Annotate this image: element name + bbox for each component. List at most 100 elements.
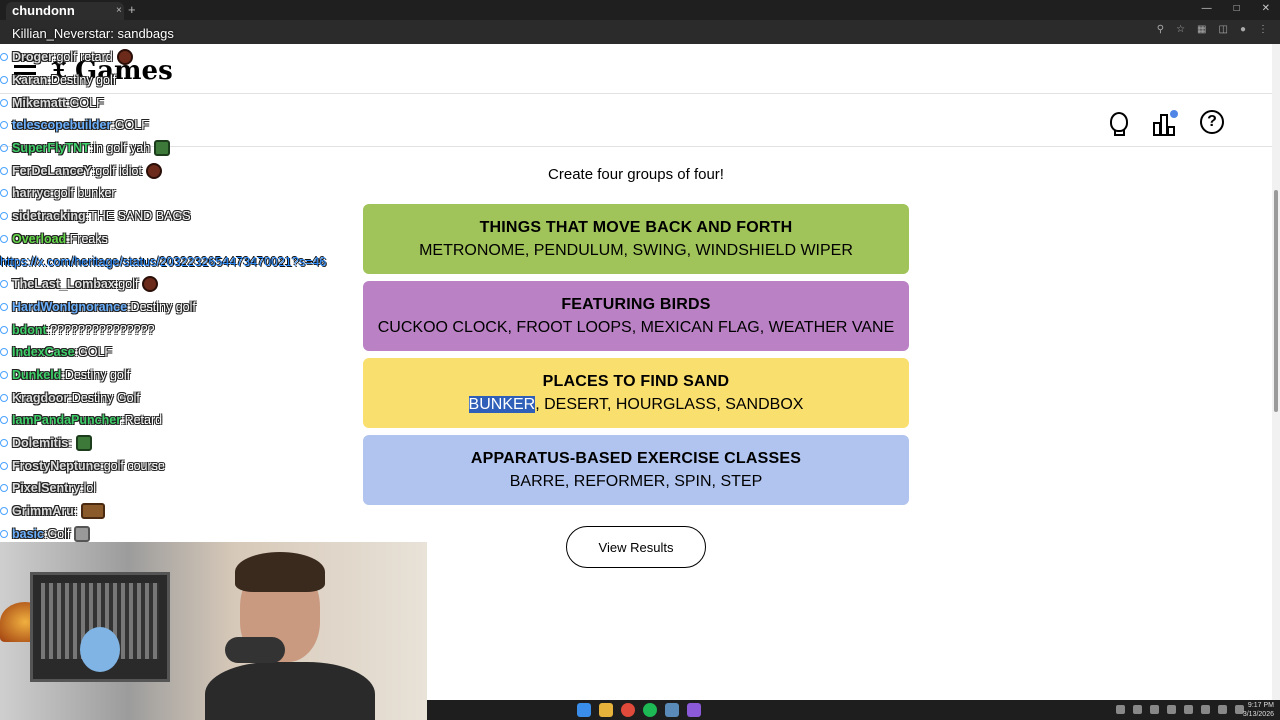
tray-icon[interactable] [1150,705,1159,714]
chat-badge-icon [0,370,8,379]
chat-text: Retard [124,413,163,428]
chat-message: PixelSentry: lol [0,477,430,500]
chat-text: golf retard [56,50,113,65]
tray-icon[interactable] [1116,705,1125,714]
chat-username[interactable]: Dunkeld [12,368,61,382]
close-window-icon[interactable]: ✕ [1262,3,1270,14]
view-results-button[interactable]: View Results [566,526,706,568]
tray-icon[interactable] [1218,705,1227,714]
group-title: FEATURING BIRDS [561,296,711,313]
solved-group-yellow-green: THINGS THAT MOVE BACK AND FORTH METRONOM… [363,204,909,274]
chat-username[interactable]: bdont [12,323,47,337]
address-bar[interactable]: ⚲ ☆ ▦ ◫ ● ⋮ [0,20,1280,44]
chat-username[interactable]: PixelSentry [12,481,80,495]
chat-text: GOLF [69,95,104,110]
emote-icon [116,49,133,66]
chat-badge-icon [0,280,8,289]
chat-username[interactable]: FerDeLanceY [12,164,92,178]
chat-text: Destiny golf [50,73,117,88]
group-title: THINGS THAT MOVE BACK AND FORTH [479,219,793,236]
chat-message: GrimmAru: [0,500,430,523]
chat-message: FerDeLanceY: golf idiot [0,159,430,182]
tray-icon[interactable] [1167,705,1176,714]
group-title: PLACES TO FIND SAND [542,373,730,390]
tray-icon[interactable] [1201,705,1210,714]
stats-icon[interactable] [1152,110,1178,138]
chat-username[interactable]: IndexCase [12,345,75,359]
chat-badge-icon [0,393,8,402]
chat-username[interactable]: harryc [12,186,50,200]
emote-icon [75,435,92,452]
selected-word[interactable]: BUNKER [468,396,536,413]
tray-icon[interactable] [1133,705,1142,714]
zoom-icon[interactable]: ⚲ [1157,24,1164,35]
chat-username[interactable]: Mikematt [12,96,66,110]
chat-text: GOLF [78,345,113,360]
group-words: METRONOME, PENDULUM, SWING, WINDSHIELD W… [419,242,853,259]
help-icon[interactable]: ? [1200,110,1224,134]
chat-badge-icon [0,325,8,334]
chat-badge-icon [0,189,8,198]
chat-link[interactable]: https://x.com/heritage/status/2032232654… [0,255,326,269]
chat-username[interactable]: telescopebuilder [12,118,111,132]
streamer [205,552,375,720]
chat-username[interactable]: Dolemitis [12,436,68,450]
chat-message: IndexCase: GOLF [0,341,430,364]
group-words: BUNKER, DESERT, HOURGLASS, SANDBOX [363,396,909,414]
chat-message: harryc: golf bunker [0,182,430,205]
group-words: CUCKOO CLOCK, FROOT LOOPS, MEXICAN FLAG,… [377,319,895,336]
chat-username[interactable]: basic [12,527,44,541]
extensions-icon[interactable]: ▦ [1197,24,1206,35]
chat-message: Kragdoor: Destiny Golf [0,386,430,409]
chat-text: Destiny golf [64,367,131,382]
bookmark-star-icon[interactable]: ☆ [1176,24,1185,35]
steam-icon[interactable] [665,703,679,717]
chat-username[interactable]: sidetracking [12,209,86,223]
chat-badge-icon [0,348,8,357]
chat-username[interactable]: HardWonIgnorance [12,300,127,314]
system-tray [1116,705,1244,714]
maximize-icon[interactable]: □ [1234,3,1240,14]
chat-badge-icon [0,76,8,85]
taskbar: 9:17 PM 3/13/2026 [427,700,1280,720]
group-title: APPARATUS-BASED EXERCISE CLASSES [470,450,802,467]
tray-icon[interactable] [1184,705,1193,714]
taskbar-apps [577,703,701,717]
minimize-icon[interactable]: — [1202,3,1212,14]
menu-icon[interactable]: ⋮ [1258,24,1268,35]
chat-username[interactable]: Kragdoor [12,391,68,405]
chat-text: Golf [47,526,71,541]
clock[interactable]: 9:17 PM 3/13/2026 [1243,701,1274,719]
lightbulb-icon[interactable] [1104,110,1130,138]
emote-icon [154,140,171,157]
close-tab-icon[interactable]: × [116,5,122,16]
group-words-rest: , DESERT, HOURGLASS, SANDBOX [535,396,804,413]
chat-text: golf course [103,458,165,473]
new-tab-button[interactable]: + [128,2,136,17]
page-scrollbar[interactable] [1272,44,1280,700]
chat-text: Destiny Golf [71,390,140,405]
profile-icon[interactable]: ● [1240,24,1246,35]
chat-separator: : [68,436,72,451]
webcam-feed [0,542,427,720]
solved-group-purple: FEATURING BIRDS CUCKOO CLOCK, FROOT LOOP… [363,281,909,351]
chat-username[interactable]: Karan [12,73,47,87]
app-icon[interactable] [687,703,701,717]
chat-message: https://x.com/heritage/status/2032232654… [0,250,430,273]
chat-message: SuperFlyTNT: in golf yah [0,137,430,160]
windows-start-icon[interactable] [577,703,591,717]
chat-username[interactable]: TheLast_Lombax [12,277,115,291]
scrollbar-thumb[interactable] [1274,190,1278,412]
chat-badge-icon [0,166,8,175]
chat-username[interactable]: GrimmAru [12,504,74,518]
chat-username[interactable]: Droger [12,50,53,64]
chrome-icon[interactable] [621,703,635,717]
chat-username[interactable]: Overload [12,232,66,246]
file-explorer-icon[interactable] [599,703,613,717]
spotify-icon[interactable] [643,703,657,717]
sidebar-icon[interactable]: ◫ [1219,24,1228,35]
chat-username[interactable]: SuperFlyTNT [12,141,90,155]
chat-username[interactable]: FrostyNeptune [12,459,100,473]
chat-username[interactable]: IamPandaPuncher [12,413,121,427]
chat-badge-icon [0,416,8,425]
